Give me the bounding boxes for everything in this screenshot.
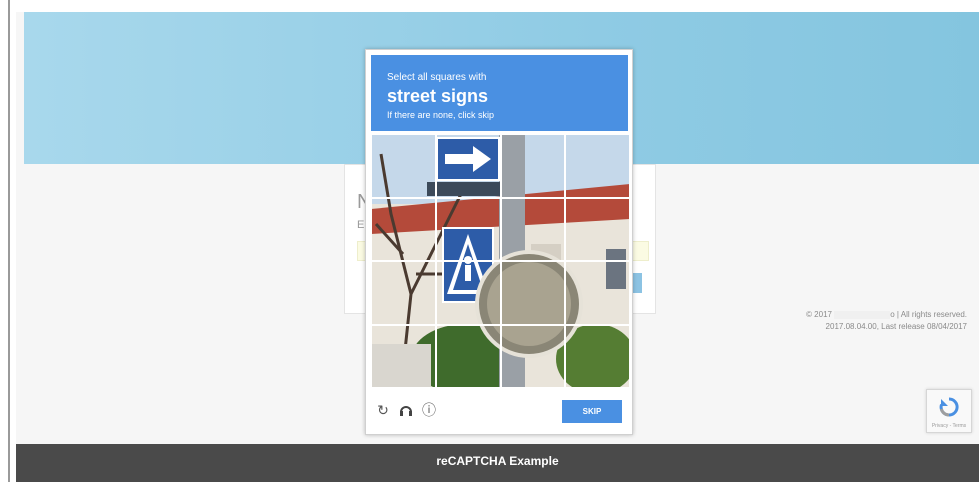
info-icon[interactable]: ⓘ: [421, 402, 437, 418]
footer: reCAPTCHA Example: [16, 444, 979, 482]
captcha-tile[interactable]: [435, 324, 501, 388]
captcha-tile[interactable]: [371, 197, 436, 261]
release-info: 2017.08.04.00, Last release 08/04/2017: [825, 322, 967, 331]
skip-button[interactable]: SKIP: [562, 400, 622, 423]
captcha-controls: ↻ ⓘ SKIP: [366, 392, 632, 432]
left-border: [8, 0, 10, 482]
badge-privacy-terms[interactable]: Privacy - Terms: [927, 423, 971, 429]
captcha-tile[interactable]: [371, 134, 436, 198]
captcha-tile[interactable]: [435, 261, 501, 325]
captcha-tile[interactable]: [565, 324, 630, 388]
copyright-text: o | All rights reserved.: [890, 310, 967, 319]
headphones-icon[interactable]: [398, 402, 414, 418]
captcha-tile[interactable]: [435, 134, 501, 198]
captcha-tile[interactable]: [371, 261, 436, 325]
captcha-tile[interactable]: [500, 197, 566, 261]
top-margin: [16, 0, 979, 12]
reload-icon[interactable]: ↻: [375, 402, 391, 418]
recaptcha-badge[interactable]: Privacy - Terms: [926, 389, 972, 433]
captcha-prompt: Select all squares with: [387, 72, 487, 83]
captcha-tile[interactable]: [565, 134, 630, 198]
copyright-line-1: © 2017 o | All rights reserved.: [806, 309, 967, 321]
captcha-tile[interactable]: [500, 261, 566, 325]
captcha-hint: If there are none, click skip: [387, 110, 495, 120]
card-subtitle: E: [357, 219, 365, 231]
captcha-tile[interactable]: [565, 261, 630, 325]
copyright-year: © 2017: [806, 310, 832, 319]
captcha-tile[interactable]: [500, 324, 566, 388]
captcha-tile[interactable]: [500, 134, 566, 198]
footer-title: reCAPTCHA Example: [436, 454, 559, 468]
captcha-target-object: street signs: [387, 86, 489, 106]
headphones-icon: [400, 406, 412, 416]
captcha-tile[interactable]: [435, 197, 501, 261]
captcha-tile[interactable]: [565, 197, 630, 261]
captcha-image-grid: [371, 134, 630, 388]
copyright: © 2017 o | All rights reserved. 2017.08.…: [806, 309, 967, 333]
recaptcha-logo-icon: [939, 397, 959, 417]
captcha-header: Select all squares with street signs If …: [371, 55, 628, 131]
captcha-challenge: Select all squares with street signs If …: [365, 49, 633, 435]
captcha-tile[interactable]: [371, 324, 436, 388]
redacted-name: [834, 310, 891, 319]
